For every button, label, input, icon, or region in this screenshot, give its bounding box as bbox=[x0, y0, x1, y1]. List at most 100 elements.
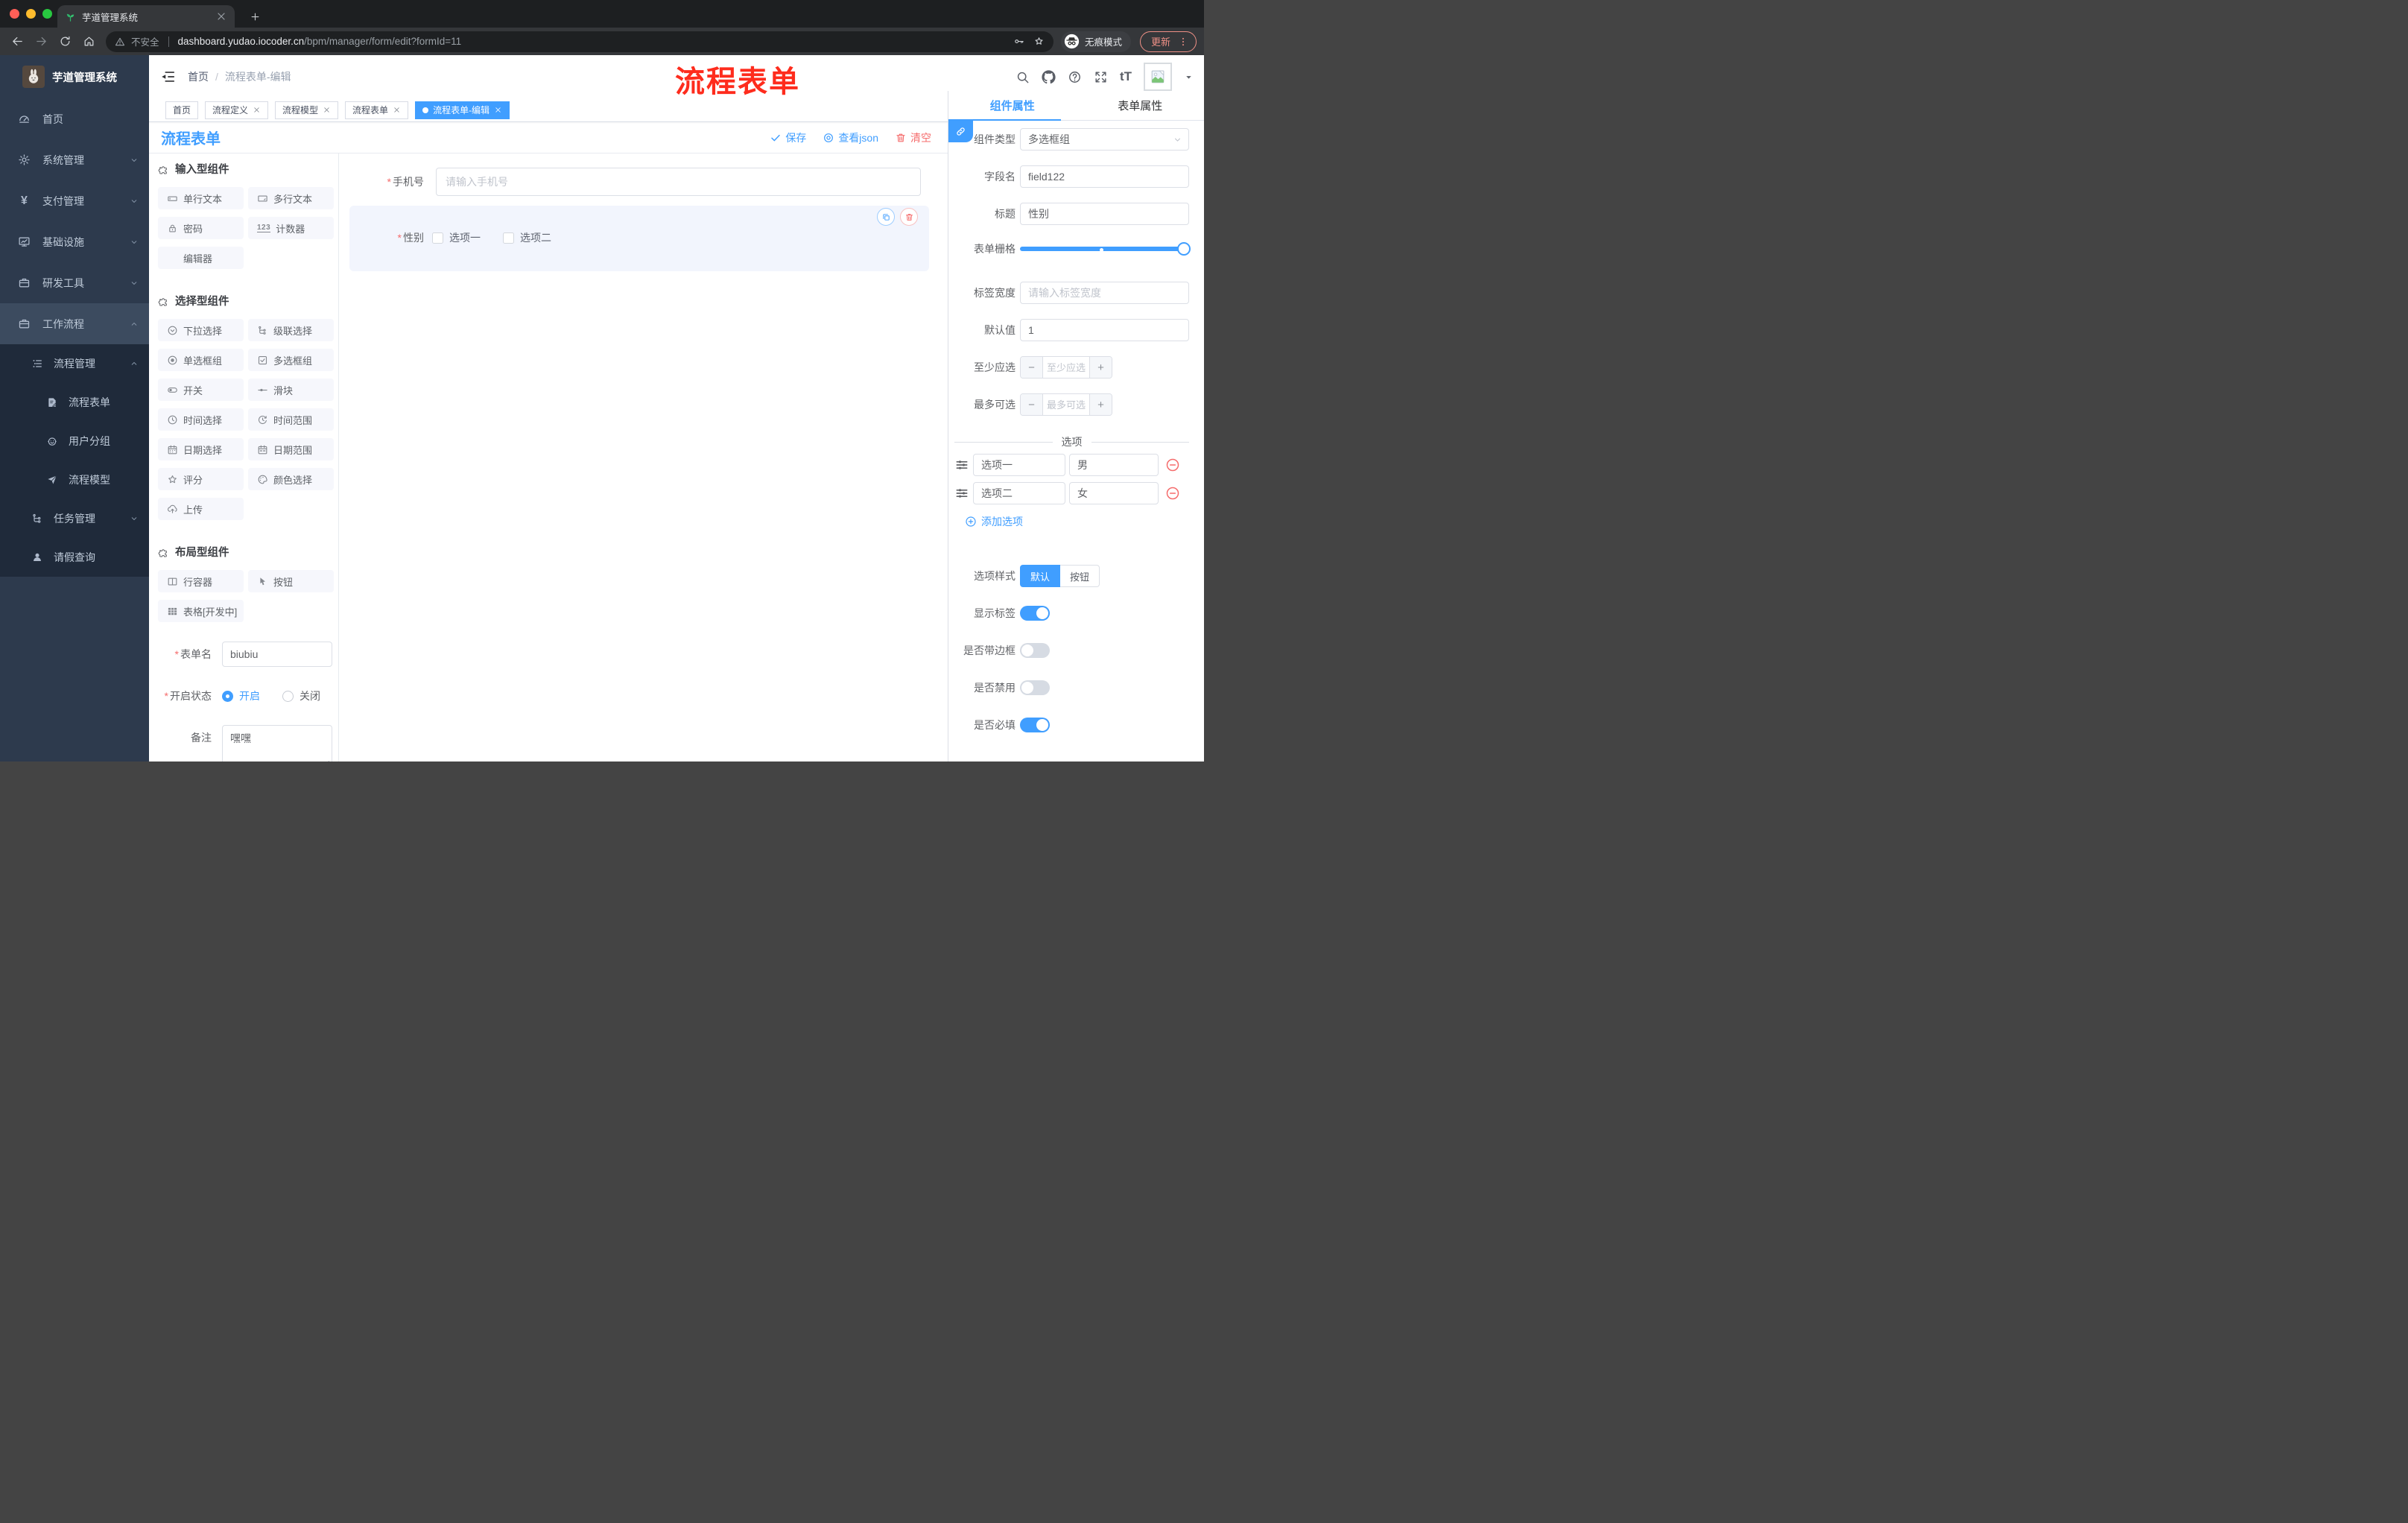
sidebar-item-payment[interactable]: ¥ 支付管理 bbox=[0, 180, 149, 221]
reload-button[interactable] bbox=[55, 32, 75, 51]
disabled-toggle[interactable] bbox=[1020, 680, 1050, 695]
sidebar-item-home[interactable]: 首页 bbox=[0, 98, 149, 139]
password-key-icon[interactable] bbox=[1013, 36, 1024, 47]
duplicate-field-button[interactable] bbox=[877, 208, 895, 226]
forward-button[interactable] bbox=[31, 32, 51, 51]
component-chip-password[interactable]: 密码 bbox=[158, 217, 244, 239]
view-json-button[interactable]: 查看json bbox=[823, 130, 878, 145]
font-size-icon[interactable]: tT bbox=[1120, 69, 1132, 84]
component-chip-date-picker[interactable]: 日期选择 bbox=[158, 438, 244, 460]
sidebar-collapse-icon[interactable] bbox=[159, 69, 176, 85]
tag-process-form[interactable]: 流程表单 bbox=[345, 101, 409, 119]
option1-value-input[interactable] bbox=[1069, 454, 1159, 476]
bookmark-star-icon[interactable] bbox=[1033, 36, 1045, 47]
component-chip-color-picker[interactable]: 颜色选择 bbox=[248, 468, 334, 490]
form-design-canvas[interactable]: *手机号 *性别 bbox=[339, 153, 948, 762]
tag-home[interactable]: 首页 bbox=[165, 101, 199, 119]
window-minimize-button[interactable] bbox=[26, 9, 36, 19]
style-default-button[interactable]: 默认 bbox=[1020, 565, 1060, 587]
tab-form-props[interactable]: 表单属性 bbox=[1077, 91, 1205, 120]
component-chip-row-container[interactable]: 行容器 bbox=[158, 570, 244, 592]
home-button[interactable] bbox=[79, 32, 98, 51]
sidebar-item-process-model[interactable]: 流程模型 bbox=[0, 460, 149, 499]
slider-handle[interactable] bbox=[1177, 242, 1191, 256]
sidebar-item-leave-query[interactable]: 请假查询 bbox=[0, 538, 149, 577]
clear-button[interactable]: 清空 bbox=[895, 130, 931, 145]
user-avatar[interactable] bbox=[1144, 63, 1172, 91]
status-off-radio[interactable] bbox=[282, 690, 294, 702]
help-icon[interactable] bbox=[1068, 70, 1082, 84]
component-chip-switch[interactable]: 开关 bbox=[158, 379, 244, 401]
tab-close-icon[interactable] bbox=[215, 10, 227, 22]
tag-process-model[interactable]: 流程模型 bbox=[275, 101, 339, 119]
browser-update-button[interactable]: 更新 bbox=[1139, 31, 1197, 52]
sidebar-item-process-form[interactable]: 流程表单 bbox=[0, 383, 149, 422]
tag-close-icon[interactable] bbox=[494, 106, 502, 114]
component-chip-checkbox-group[interactable]: 多选框组 bbox=[248, 349, 334, 371]
phone-input[interactable] bbox=[436, 168, 921, 196]
link-tag-button[interactable] bbox=[948, 121, 973, 142]
gender-option2-checkbox[interactable] bbox=[503, 232, 514, 244]
sidebar-item-workflow[interactable]: 工作流程 bbox=[0, 303, 149, 344]
drag-handle-icon[interactable] bbox=[954, 457, 969, 472]
gender-option2-label[interactable]: 选项二 bbox=[520, 230, 551, 245]
breadcrumb-home[interactable]: 首页 bbox=[188, 69, 209, 84]
browser-menu-dots-icon[interactable] bbox=[1178, 37, 1188, 47]
window-close-button[interactable] bbox=[10, 9, 19, 19]
delete-field-button[interactable] bbox=[900, 208, 918, 226]
tag-close-icon[interactable] bbox=[253, 106, 261, 114]
sidebar-item-process-mgmt[interactable]: 流程管理 bbox=[0, 344, 149, 383]
label-width-input[interactable] bbox=[1020, 282, 1189, 304]
component-chip-slider[interactable]: 滑块 bbox=[248, 379, 334, 401]
component-type-select[interactable]: 多选框组 bbox=[1020, 128, 1189, 151]
component-chip-time-range[interactable]: 时间范围 bbox=[248, 408, 334, 431]
min-select-input[interactable] bbox=[1043, 357, 1089, 378]
status-on-label[interactable]: 开启 bbox=[239, 688, 260, 703]
style-button-button[interactable]: 按钮 bbox=[1060, 565, 1100, 587]
drag-handle-icon[interactable] bbox=[954, 486, 969, 501]
stepper-plus-button[interactable]: + bbox=[1089, 357, 1112, 378]
component-chip-date-range[interactable]: 日期范围 bbox=[248, 438, 334, 460]
component-chip-cascader[interactable]: 级联选择 bbox=[248, 319, 334, 341]
status-off-label[interactable]: 关闭 bbox=[300, 688, 320, 703]
tag-process-form-edit[interactable]: 流程表单-编辑 bbox=[415, 101, 510, 119]
remove-option-icon[interactable] bbox=[1165, 457, 1180, 472]
canvas-field-gender-selected[interactable]: * 性别 选项一 选项二 bbox=[349, 206, 929, 271]
max-select-input[interactable] bbox=[1043, 394, 1089, 415]
save-button[interactable]: 保存 bbox=[770, 130, 806, 145]
remove-option-icon[interactable] bbox=[1165, 486, 1180, 501]
component-chip-radio-group[interactable]: 单选框组 bbox=[158, 349, 244, 371]
sidebar-item-devtools[interactable]: 研发工具 bbox=[0, 262, 149, 303]
component-chip-time-picker[interactable]: 时间选择 bbox=[158, 408, 244, 431]
component-chip-upload[interactable]: 上传 bbox=[158, 498, 244, 520]
option2-value-input[interactable] bbox=[1069, 482, 1159, 504]
avatar-caret-icon[interactable] bbox=[1184, 72, 1194, 82]
tab-component-props[interactable]: 组件属性 bbox=[948, 91, 1077, 120]
status-on-radio[interactable] bbox=[222, 690, 233, 702]
window-zoom-button[interactable] bbox=[42, 9, 52, 19]
browser-tab[interactable]: 芋道管理系统 bbox=[57, 5, 235, 28]
component-chip-editor[interactable]: 编辑器 bbox=[158, 247, 244, 269]
component-chip-counter[interactable]: 123 计数器 bbox=[248, 217, 334, 239]
required-toggle[interactable] bbox=[1020, 718, 1050, 732]
component-chip-multi-text[interactable]: 多行文本 bbox=[248, 187, 334, 209]
option1-label-input[interactable] bbox=[973, 454, 1065, 476]
form-remark-textarea[interactable]: 嘿嘿 bbox=[222, 725, 332, 762]
stepper-minus-button[interactable]: − bbox=[1021, 357, 1043, 378]
add-option-button[interactable]: 添加选项 bbox=[948, 514, 1189, 529]
show-label-toggle[interactable] bbox=[1020, 606, 1050, 621]
component-chip-single-text[interactable]: 单行文本 bbox=[158, 187, 244, 209]
title-input[interactable] bbox=[1020, 203, 1189, 225]
sidebar-item-task-mgmt[interactable]: 任务管理 bbox=[0, 499, 149, 538]
tag-close-icon[interactable] bbox=[323, 106, 331, 114]
stepper-minus-button[interactable]: − bbox=[1021, 394, 1043, 415]
form-name-input[interactable] bbox=[222, 642, 332, 667]
sidebar-item-system[interactable]: 系统管理 bbox=[0, 139, 149, 180]
sidebar-item-infra[interactable]: 基础设施 bbox=[0, 221, 149, 262]
gender-option1-checkbox[interactable] bbox=[432, 232, 443, 244]
back-button[interactable] bbox=[7, 32, 27, 51]
stepper-plus-button[interactable]: + bbox=[1089, 394, 1112, 415]
option2-label-input[interactable] bbox=[973, 482, 1065, 504]
component-chip-button[interactable]: 按钮 bbox=[248, 570, 334, 592]
form-grid-slider[interactable] bbox=[1020, 242, 1191, 256]
